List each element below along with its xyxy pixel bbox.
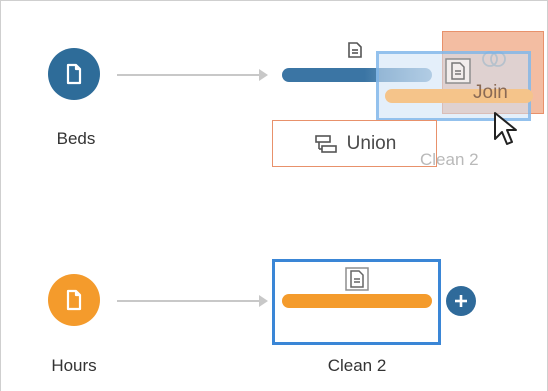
connector-line	[117, 300, 264, 302]
clean-step-icon	[348, 42, 362, 58]
clean-step-icon	[345, 267, 369, 291]
input-node-beds-label: Beds	[56, 129, 96, 148]
file-icon	[66, 289, 82, 311]
plus-icon	[455, 295, 467, 307]
drag-preview-label: Clean 2	[420, 150, 479, 169]
input-node-beds[interactable]	[48, 48, 100, 100]
connector-arrow	[259, 295, 268, 307]
drag-preview-bar	[385, 89, 533, 103]
join-label: Join	[473, 82, 508, 103]
union-label: Union	[346, 132, 397, 154]
add-step-button[interactable]	[446, 286, 476, 316]
union-drop-target[interactable]: Union	[272, 120, 437, 167]
input-node-hours-label: Hours	[51, 356, 97, 375]
flow-canvas: Beds Join Union Clean 2 Hours Clean 2	[0, 0, 548, 391]
clean-step-icon	[445, 58, 471, 84]
union-icon	[314, 134, 337, 153]
clean-step-label: Clean 2	[327, 356, 387, 375]
input-node-hours[interactable]	[48, 274, 100, 326]
mouse-pointer-icon	[494, 112, 517, 145]
connector-line	[117, 74, 264, 76]
file-icon	[66, 63, 82, 85]
clean-step-bar-bottom	[282, 294, 432, 308]
connector-arrow	[259, 69, 268, 81]
